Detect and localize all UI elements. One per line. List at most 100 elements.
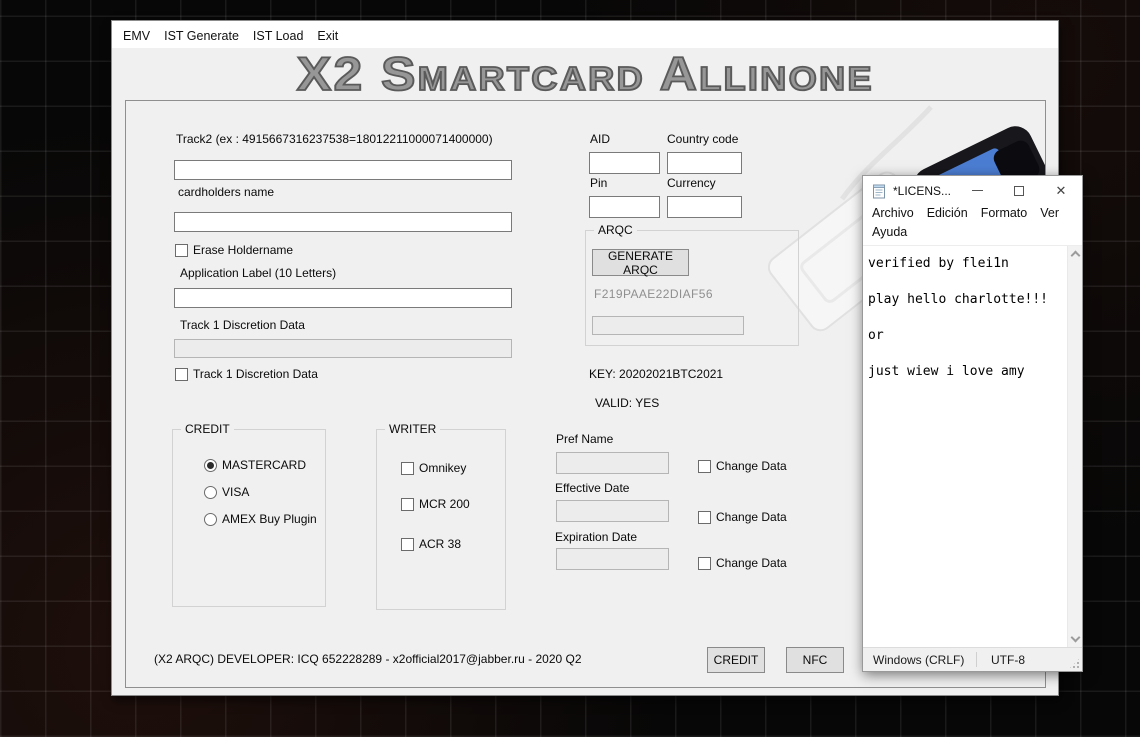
country-code-label: Country code	[667, 132, 739, 146]
pref-name-input	[556, 452, 669, 474]
writer-group: WRITER Omnikey MCR 200 ACR 38	[376, 422, 506, 610]
track2-input[interactable]	[174, 160, 512, 180]
aid-label: AID	[590, 132, 611, 146]
notepad-text-area[interactable]: verified by flei1n play hello charlotte!…	[863, 246, 1067, 647]
radio-amex[interactable]: AMEX Buy Plugin	[204, 512, 317, 526]
minimize-icon	[971, 190, 983, 191]
notepad-statusbar: Windows (CRLF) UTF-8	[863, 647, 1082, 671]
developer-footer-text: (X2 ARQC) DEVELOPER: ICQ 652228289 - x2o…	[154, 652, 582, 666]
checkbox-icon	[175, 243, 188, 257]
key-text: KEY: 20202021BTC2021	[589, 367, 724, 381]
notepad-text-line: or	[868, 328, 884, 343]
notepad-text-line: play hello charlotte!!!	[868, 292, 1049, 307]
checkbox-omnikey[interactable]: Omnikey	[401, 461, 466, 475]
arqc-group: ARQC GENERATE ARQC F219PAAE22DIAF56	[585, 223, 799, 346]
app-title: X2 Smartcard Allinone	[295, 46, 874, 100]
checkbox-icon	[698, 556, 711, 570]
pin-label: Pin	[590, 176, 608, 190]
change-data-checkbox-1[interactable]: Change Data	[698, 459, 787, 473]
expiration-date-label: Expiration Date	[555, 530, 638, 544]
currency-label: Currency	[667, 176, 716, 190]
close-button[interactable]: ✕	[1040, 176, 1082, 205]
radio-icon	[204, 458, 217, 472]
notepad-icon	[873, 184, 885, 198]
notepad-text-line	[868, 274, 1067, 292]
effective-date-input	[556, 500, 669, 522]
minimize-button[interactable]	[956, 176, 998, 205]
notepad-menu-ayuda[interactable]: Ayuda	[872, 225, 907, 244]
resize-grip[interactable]	[1069, 658, 1080, 669]
checkbox-mcr200[interactable]: MCR 200	[401, 497, 470, 511]
change-data-label: Change Data	[716, 510, 787, 524]
menu-ist-generate[interactable]: IST Generate	[157, 27, 246, 45]
notepad-menu-ver[interactable]: Ver	[1040, 206, 1059, 225]
checkbox-icon	[175, 367, 188, 381]
notepad-text-line: verified by flei1n	[868, 256, 1009, 271]
currency-input[interactable]	[667, 196, 742, 218]
notepad-menu-archivo[interactable]: Archivo	[872, 206, 914, 225]
arqc-group-label: ARQC	[594, 223, 637, 237]
arqc-result-input	[592, 316, 744, 335]
change-data-label: Change Data	[716, 556, 787, 570]
app-menubar: EMV IST Generate IST Load Exit	[112, 21, 1058, 48]
credit-button[interactable]: CREDIT	[707, 647, 765, 673]
application-label-label: Application Label (10 Letters)	[180, 266, 337, 280]
pin-input[interactable]	[589, 196, 660, 218]
nfc-button[interactable]: NFC	[786, 647, 844, 673]
notepad-titlebar[interactable]: *LICENS... ✕	[863, 176, 1082, 205]
notepad-text-line: just wiew i love amy	[868, 364, 1025, 379]
checkbox-mcr200-label: MCR 200	[419, 497, 470, 511]
encoding-status: UTF-8	[991, 652, 1025, 667]
checkbox-icon	[401, 537, 414, 551]
maximize-icon	[1014, 185, 1024, 196]
application-label-input[interactable]	[174, 288, 512, 308]
line-ending-status: Windows (CRLF)	[873, 652, 965, 667]
radio-visa[interactable]: VISA	[204, 485, 249, 499]
credit-group-label: CREDIT	[181, 422, 234, 436]
notepad-body: verified by flei1n play hello charlotte!…	[863, 245, 1082, 647]
writer-group-label: WRITER	[385, 422, 441, 436]
menu-exit[interactable]: Exit	[310, 27, 345, 45]
track2-label: Track2 (ex : 4915667316237538=1801221100…	[176, 132, 493, 146]
cardholders-name-label: cardholders name	[178, 185, 275, 199]
notepad-menu-formato[interactable]: Formato	[981, 206, 1028, 225]
checkbox-acr38[interactable]: ACR 38	[401, 537, 461, 551]
aid-input[interactable]	[589, 152, 660, 174]
change-data-checkbox-2[interactable]: Change Data	[698, 510, 787, 524]
notepad-window: *LICENS... ✕ Archivo Edición Formato Ver…	[862, 175, 1083, 672]
close-icon: ✕	[1055, 183, 1067, 198]
checkbox-icon	[698, 459, 711, 473]
erase-holdername-label: Erase Holdername	[193, 243, 294, 257]
track1-discretion-checkbox[interactable]: Track 1 Discretion Data	[175, 367, 318, 381]
desktop-background: EMV IST Generate IST Load Exit X2 Smartc…	[0, 0, 1140, 737]
menu-ist-load[interactable]: IST Load	[246, 27, 311, 45]
cardholders-name-input[interactable]	[174, 212, 512, 232]
checkbox-icon	[401, 497, 414, 511]
scroll-down-icon[interactable]	[1070, 632, 1080, 643]
arqc-code-text: F219PAAE22DIAF56	[594, 287, 713, 301]
radio-amex-label: AMEX Buy Plugin	[222, 512, 317, 526]
change-data-checkbox-3[interactable]: Change Data	[698, 556, 787, 570]
notepad-text-line	[868, 310, 1067, 328]
erase-holdername-checkbox[interactable]: Erase Holdername	[175, 243, 293, 257]
radio-mastercard[interactable]: MASTERCARD	[204, 458, 306, 472]
checkbox-acr38-label: ACR 38	[419, 537, 462, 551]
scroll-up-icon[interactable]	[1070, 250, 1080, 261]
notepad-scrollbar[interactable]	[1067, 246, 1082, 647]
radio-icon	[204, 485, 217, 499]
radio-visa-label: VISA	[222, 485, 250, 499]
generate-arqc-button[interactable]: GENERATE ARQC	[592, 249, 689, 277]
notepad-menu-edicion[interactable]: Edición	[927, 206, 968, 225]
radio-mastercard-label: MASTERCARD	[222, 458, 307, 472]
valid-text: VALID: YES	[595, 396, 660, 410]
country-code-input[interactable]	[667, 152, 742, 174]
track1-discretion-checkbox-label: Track 1 Discretion Data	[193, 367, 318, 381]
maximize-button[interactable]	[998, 176, 1040, 205]
notepad-menubar: Archivo Edición Formato Ver Ayuda	[863, 205, 1082, 245]
track1-discretion-input	[174, 339, 512, 358]
checkbox-omnikey-label: Omnikey	[419, 461, 467, 475]
notepad-text-line	[868, 346, 1067, 364]
notepad-title: *LICENS...	[893, 183, 952, 198]
menu-emv[interactable]: EMV	[116, 27, 157, 45]
checkbox-icon	[401, 461, 414, 475]
